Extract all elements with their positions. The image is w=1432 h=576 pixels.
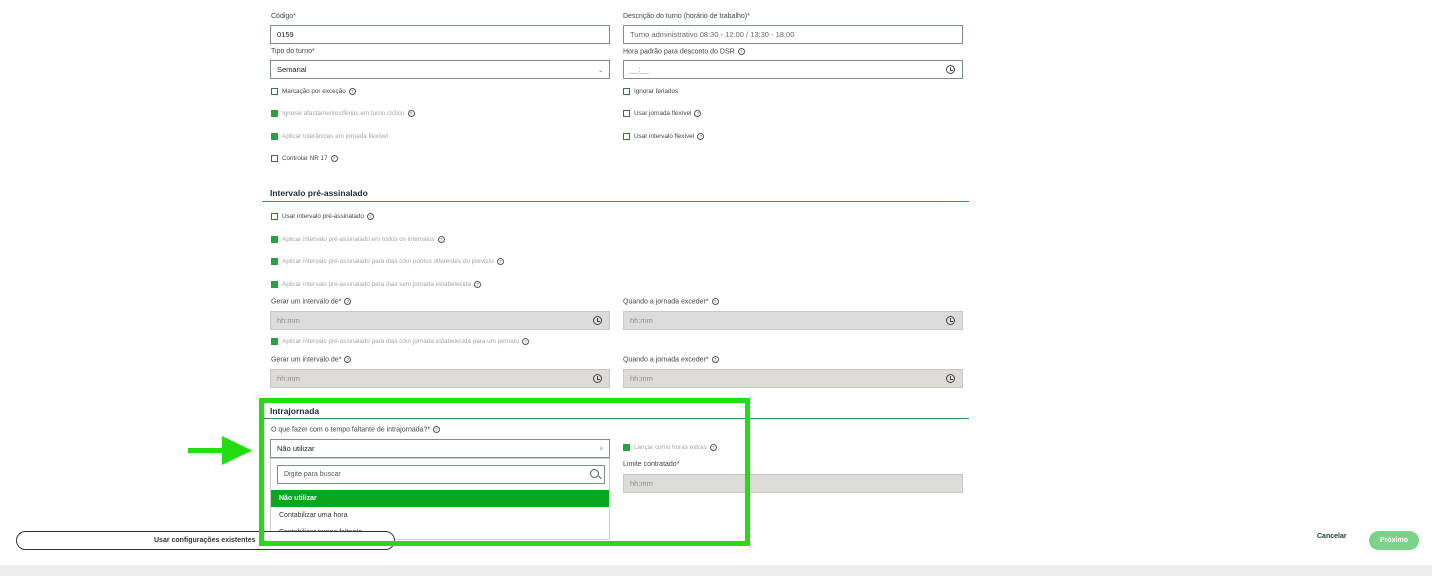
hora-dsr-value: __:__ xyxy=(630,65,649,74)
quando-jornada-field-1: hh:mm xyxy=(623,311,963,330)
clock-icon xyxy=(593,374,602,383)
gerar-intervalo-field-1: hh:mm xyxy=(270,311,610,330)
quando-jornada-field-2: hh:mm xyxy=(623,369,963,388)
clock-icon xyxy=(946,316,955,325)
checkbox-ignorar-feriados[interactable]: Ignorar feriados xyxy=(623,88,678,95)
help-icon[interactable]: ? xyxy=(344,298,352,305)
checkbox-box[interactable] xyxy=(623,133,630,140)
gerar-intervalo-label-text: Gerar um intervalo de* xyxy=(271,356,342,364)
time-placeholder: hh:mm xyxy=(630,374,653,383)
section-title-intervalo: Intervalo pré-assinalado xyxy=(270,188,368,198)
quando-jornada-label-text: Quando a jornada exceder* xyxy=(623,298,709,306)
descricao-field[interactable]: Turno administrativo 08:30 - 12:00 / 13:… xyxy=(623,25,963,44)
clock-icon xyxy=(946,374,955,383)
tipo-turno-label: Tipo do turno* xyxy=(271,48,315,55)
checkbox-label: Marcação por exceção xyxy=(282,88,346,95)
help-icon[interactable]: ? xyxy=(366,213,374,220)
help-icon[interactable]: ? xyxy=(694,110,702,117)
tipo-turno-select[interactable]: Semanal ⌄ xyxy=(270,60,610,79)
help-icon[interactable]: ? xyxy=(496,258,504,265)
help-icon[interactable]: ? xyxy=(330,155,338,162)
quando-jornada-label-text: Quando a jornada exceder* xyxy=(623,356,709,364)
checkbox-box[interactable] xyxy=(623,88,630,95)
codigo-value: 0159 xyxy=(277,30,294,39)
checkbox-label: Usar intervalo pré-assinalado xyxy=(282,213,364,220)
gerar-intervalo-field-2: hh:mm xyxy=(270,369,610,388)
checkbox-label: Usar jornada flexível xyxy=(634,110,692,117)
hora-dsr-label: Hora padrão para desconto do DSR? xyxy=(623,48,745,55)
checkbox-box[interactable] xyxy=(271,155,278,162)
time-placeholder: hh:mm xyxy=(277,316,300,325)
checkbox-box xyxy=(271,110,278,117)
hora-dsr-label-text: Hora padrão para desconto do DSR xyxy=(623,48,735,56)
descricao-value: Turno administrativo 08:30 - 12:00 / 13:… xyxy=(630,30,795,39)
cancel-button[interactable]: Cancelar xyxy=(1317,533,1347,540)
checkbox-marcacao-excecao[interactable]: Marcação por exceção? xyxy=(271,88,356,95)
checkbox-label: Aplicar tolerâncias em jornada flexível xyxy=(282,133,389,140)
checkbox-label: Aplicar intervalo pré-assinalado para di… xyxy=(282,338,519,345)
codigo-label: Código* xyxy=(271,13,296,20)
clock-icon xyxy=(593,316,602,325)
checkbox-label: Controlar NR 17 xyxy=(282,155,328,162)
checkbox-box[interactable] xyxy=(271,88,278,95)
chevron-down-icon: ⌄ xyxy=(597,68,603,74)
time-placeholder: hh:mm xyxy=(630,316,653,325)
checkbox-box xyxy=(271,236,278,243)
clock-icon[interactable] xyxy=(946,65,955,74)
checkbox-label: Ignorar afastamentos/férias em turno cíc… xyxy=(282,110,405,117)
checkbox-aplicar-tolerancias: Aplicar tolerâncias em jornada flexível xyxy=(271,133,388,140)
checkbox-label: Aplicar intervalo pré-assinalado para di… xyxy=(282,258,494,265)
checkbox-box xyxy=(271,258,278,265)
quando-jornada-label-1: Quando a jornada exceder*? xyxy=(623,298,719,305)
gerar-intervalo-label-1: Gerar um intervalo de*? xyxy=(271,298,352,306)
checkbox-usar-intervalo-flexivel[interactable]: Usar intervalo flexível? xyxy=(623,133,705,140)
checkbox-box xyxy=(271,338,278,345)
checkbox-box[interactable] xyxy=(271,213,278,220)
help-icon[interactable]: ? xyxy=(711,356,719,363)
hora-dsr-field[interactable]: __:__ xyxy=(623,60,963,79)
checkbox-ignorar-afastamentos: Ignorar afastamentos/férias em turno cíc… xyxy=(271,110,415,117)
gerar-intervalo-label-2: Gerar um intervalo de*? xyxy=(271,356,352,364)
help-icon[interactable]: ? xyxy=(474,281,482,288)
help-icon[interactable]: ? xyxy=(711,298,719,305)
descricao-label: Descrição do turno (horário de trabalho)… xyxy=(623,13,750,20)
annotation-highlight-box xyxy=(259,398,750,546)
checkbox-usar-jornada-flexivel[interactable]: Usar jornada flexível? xyxy=(623,110,702,117)
help-icon[interactable]: ? xyxy=(348,88,356,95)
gerar-intervalo-label-text: Gerar um intervalo de* xyxy=(271,298,342,306)
help-icon[interactable]: ? xyxy=(437,236,445,243)
bottom-strip xyxy=(0,565,1432,576)
checkbox-box xyxy=(271,133,278,140)
checkbox-intervalo-todos: Aplicar intervalo pré-assinalado em todo… xyxy=(271,236,445,243)
help-icon[interactable]: ? xyxy=(697,133,705,140)
help-icon[interactable]: ? xyxy=(407,110,415,117)
quando-jornada-label-2: Quando a jornada exceder*? xyxy=(623,356,719,363)
checkbox-intervalo-sem-jornada: Aplicar intervalo pré-assinalado para di… xyxy=(271,281,482,288)
checkbox-intervalo-pontos-diferentes: Aplicar intervalo pré-assinalado para di… xyxy=(271,258,504,265)
checkbox-box xyxy=(271,281,278,288)
help-icon[interactable]: ? xyxy=(737,48,745,55)
time-placeholder: hh:mm xyxy=(277,374,300,383)
section-divider xyxy=(262,201,969,202)
checkbox-usar-intervalo-pre[interactable]: Usar intervalo pré-assinalado? xyxy=(271,213,374,220)
tipo-turno-value: Semanal xyxy=(277,65,307,74)
checkbox-controlar-nr17[interactable]: Controlar NR 17? xyxy=(271,155,338,162)
codigo-field[interactable]: 0159 xyxy=(270,25,610,44)
next-button[interactable]: Próximo xyxy=(1369,531,1419,550)
shift-form-page: Código* 0159 Descrição do turno (horário… xyxy=(0,0,1432,576)
checkbox-label: Usar intervalo flexível xyxy=(634,133,695,140)
help-icon[interactable]: ? xyxy=(521,338,529,345)
help-icon[interactable]: ? xyxy=(344,356,352,363)
checkbox-label: Aplicar intervalo pré-assinalado em todo… xyxy=(282,236,435,243)
checkbox-label: Ignorar feriados xyxy=(634,88,679,95)
checkbox-label: Aplicar intervalo pré-assinalado para di… xyxy=(282,281,472,288)
annotation-arrow-icon xyxy=(188,436,252,465)
checkbox-intervalo-periodo: Aplicar intervalo pré-assinalado para di… xyxy=(271,338,529,345)
checkbox-box[interactable] xyxy=(623,110,630,117)
